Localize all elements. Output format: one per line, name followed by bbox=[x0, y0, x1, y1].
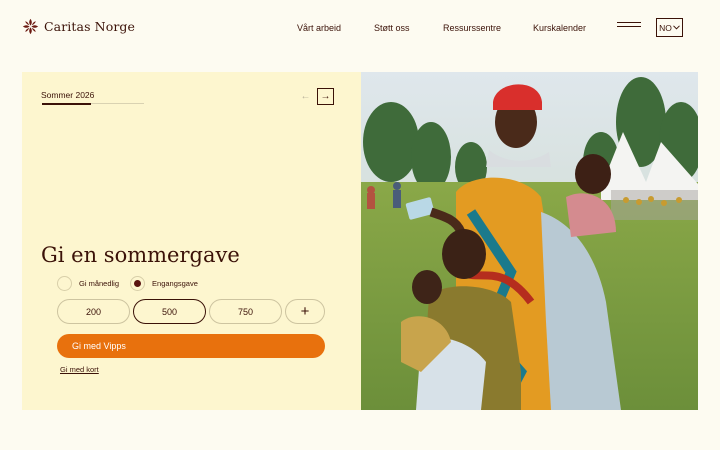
slide-label: Sommer 2026 bbox=[41, 90, 95, 100]
nav-link-kurskalender[interactable]: Kurskalender bbox=[533, 23, 586, 33]
chevron-down-icon bbox=[673, 25, 680, 30]
card-donate-link[interactable]: Gi med kort bbox=[60, 365, 99, 374]
slide-progress-bar bbox=[42, 102, 144, 105]
page-title: Gi en sommergave bbox=[41, 243, 240, 267]
vipps-button-label: Gi med Vipps bbox=[72, 341, 126, 351]
next-arrow-icon[interactable]: → bbox=[317, 88, 334, 105]
amount-button-200[interactable]: 200 bbox=[57, 299, 130, 324]
amount-button-500[interactable]: 500 bbox=[133, 299, 206, 324]
photo-illustration bbox=[361, 72, 698, 410]
language-label: NO bbox=[659, 22, 672, 33]
nav-link-vart-arbeid[interactable]: Vårt arbeid bbox=[297, 23, 341, 33]
site-header: Caritas Norge Vårt arbeid Støtt oss Ress… bbox=[0, 0, 720, 56]
logo[interactable]: Caritas Norge bbox=[22, 18, 135, 35]
previous-arrow-icon[interactable]: ← bbox=[297, 88, 314, 105]
language-selector[interactable]: NO bbox=[656, 18, 683, 37]
slide-progress-fill bbox=[42, 102, 91, 105]
donation-panel: Sommer 2026 ← → Gi en sommergave Gi måne… bbox=[22, 72, 361, 410]
radio-monthly-label[interactable]: Gi månedlig bbox=[79, 279, 119, 288]
amount-button-750[interactable]: 750 bbox=[209, 299, 282, 324]
custom-amount-plus-button[interactable]: + bbox=[285, 299, 325, 324]
radio-once[interactable] bbox=[130, 276, 146, 291]
caritas-cross-icon bbox=[22, 18, 39, 35]
brand-name: Caritas Norge bbox=[44, 19, 135, 34]
hero-photo bbox=[361, 72, 698, 410]
nav-link-ressurssentre[interactable]: Ressurssentre bbox=[443, 23, 501, 33]
radio-once-label[interactable]: Engangsgave bbox=[152, 279, 198, 288]
hamburger-menu-icon[interactable] bbox=[617, 22, 641, 34]
radio-selected-dot bbox=[134, 280, 142, 287]
nav-link-stott-oss[interactable]: Støtt oss bbox=[374, 23, 410, 33]
amount-options: 200 500 750 + bbox=[57, 299, 325, 324]
radio-monthly[interactable] bbox=[57, 276, 72, 291]
frequency-selector: Gi månedlig Engangsgave bbox=[57, 276, 209, 291]
vipps-donate-button[interactable]: Gi med Vipps bbox=[57, 334, 325, 358]
